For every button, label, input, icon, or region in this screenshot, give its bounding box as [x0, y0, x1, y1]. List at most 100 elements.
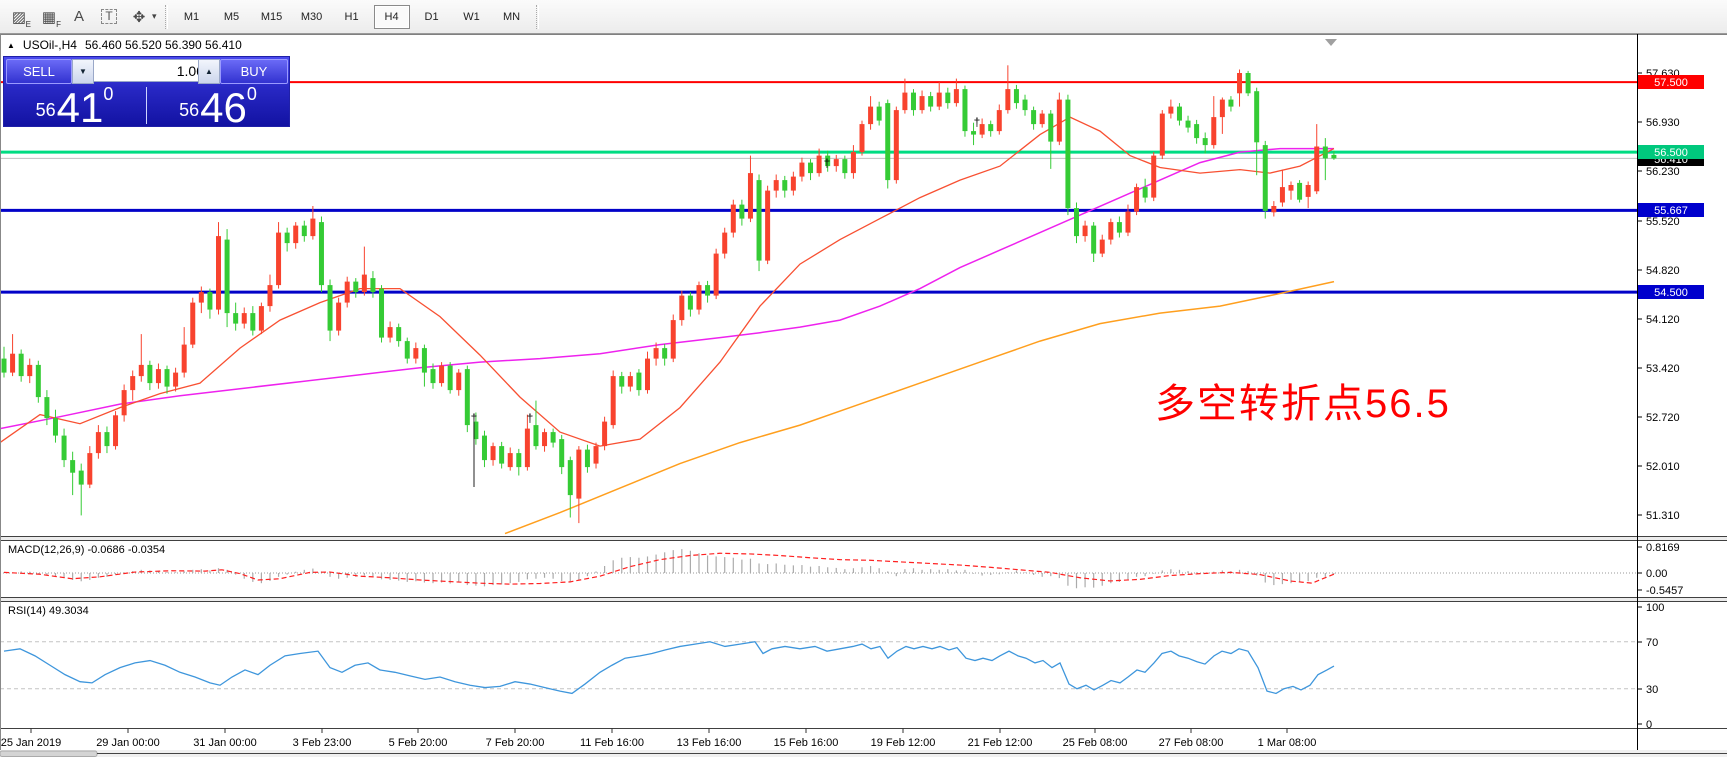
candle-body: [576, 450, 581, 499]
candle-body: [1211, 117, 1216, 145]
timeframe-button-W1[interactable]: W1: [454, 5, 490, 29]
candle-body: [980, 124, 985, 135]
sell-button[interactable]: SELL: [6, 59, 72, 84]
candle-body: [508, 453, 513, 467]
candle-body: [130, 376, 135, 390]
candle-body: [190, 303, 195, 345]
drawing-tools-group: ▨E▦FAT✥: [4, 5, 154, 29]
volume-input[interactable]: [93, 59, 211, 82]
candle-body: [611, 376, 616, 425]
buy-price-display[interactable]: 56 46 0: [148, 85, 288, 125]
candle-body: [739, 205, 744, 219]
candle-body: [499, 446, 504, 464]
timeframe-button-D1[interactable]: D1: [414, 5, 450, 29]
indicators-hatch-icon[interactable]: ▨E: [6, 5, 32, 29]
candle-body: [757, 180, 762, 261]
volume-decrement-button[interactable]: ▼: [72, 59, 94, 84]
sell-price-main: 41: [57, 91, 104, 125]
sell-price-pip: 0: [103, 84, 113, 105]
candle-body: [259, 306, 264, 331]
chevron-down-icon[interactable]: ▾: [152, 11, 157, 22]
candle-body: [53, 418, 58, 436]
candle-body: [336, 303, 341, 331]
candle-body: [894, 110, 899, 180]
price-badge-label: 54.500: [1654, 287, 1688, 299]
candle-body: [104, 432, 109, 446]
candle-body: [1100, 240, 1105, 254]
timeframe-group: M1M5M15M30H1H4D1W1MN: [174, 5, 530, 29]
candle-body: [988, 124, 993, 131]
time-axis-label: 11 Feb 16:00: [580, 737, 644, 749]
time-axis-label: 15 Feb 16:00: [774, 737, 839, 749]
timeframe-button-H1[interactable]: H1: [334, 5, 370, 29]
top-toolbar: ▨E▦FAT✥ ▾ M1M5M15M30H1H4D1W1MN: [0, 0, 1727, 34]
candle-body: [370, 278, 375, 292]
candle-body: [1177, 107, 1182, 121]
candle-body: [1289, 185, 1294, 191]
candle-body: [696, 285, 701, 310]
grid-icon[interactable]: ▦F: [36, 5, 62, 29]
candle-body: [731, 205, 736, 233]
timeframe-button-M15[interactable]: M15: [254, 5, 290, 29]
timeframe-button-M30[interactable]: M30: [294, 5, 330, 29]
candle-body: [233, 313, 238, 324]
candle-body: [954, 89, 959, 103]
candle-body: [645, 359, 650, 391]
volume-increment-button[interactable]: ▲: [198, 59, 220, 84]
candle-body: [585, 450, 590, 468]
candle-body: [911, 93, 916, 111]
candle-body: [791, 177, 796, 191]
rsi-indicator-label: RSI(14) 49.3034: [8, 605, 89, 617]
sell-price-display[interactable]: 56 41 0: [4, 85, 145, 125]
buy-button[interactable]: BUY: [220, 59, 288, 84]
candle-body: [602, 422, 607, 447]
candle-body: [842, 159, 847, 173]
price-tick-label: 51.310: [1646, 510, 1680, 522]
candle-body: [79, 471, 84, 485]
candle-body: [902, 93, 907, 111]
candle-body: [1083, 226, 1088, 237]
candle-body: [1186, 121, 1191, 128]
rsi-axis-label: 0: [1646, 719, 1652, 731]
candle-body: [817, 156, 822, 174]
one-click-trading-panel: SELL ▼ ▲ BUY 56 41 0 56 46 0: [3, 56, 290, 127]
text-box-icon[interactable]: T: [96, 5, 122, 29]
candle-body: [242, 313, 247, 324]
timeframe-button-M5[interactable]: M5: [214, 5, 250, 29]
candle-body: [1220, 100, 1225, 118]
candle-body: [1108, 222, 1113, 240]
chart-title-bar: ▲ USOil-,H4 56.460 56.520 56.390 56.410: [7, 38, 242, 52]
candle-body: [2, 359, 7, 373]
price-badge-label: 55.667: [1654, 205, 1688, 217]
candle-body: [156, 369, 161, 383]
candle-body: [722, 233, 727, 254]
buy-price-pip: 0: [247, 84, 257, 105]
candle-body: [997, 110, 1002, 131]
candle-body: [533, 425, 538, 446]
time-axis-label: 27 Feb 08:00: [1159, 737, 1224, 749]
price-tick-label: 54.820: [1646, 265, 1680, 277]
candle-body: [671, 320, 676, 359]
candle-body: [182, 345, 187, 373]
timeframe-button-MN[interactable]: MN: [494, 5, 530, 29]
price-badge-label: 57.500: [1654, 77, 1688, 89]
candle-body: [885, 103, 890, 180]
candle-body: [1228, 100, 1233, 107]
candle-body: [1314, 147, 1319, 192]
candle-body: [654, 348, 659, 359]
price-divider: [146, 87, 147, 124]
candle-body: [619, 376, 624, 387]
candle-body: [1005, 89, 1010, 110]
collapse-panel-icon[interactable]: ▲: [7, 41, 15, 50]
candle-body: [422, 348, 427, 373]
toolbar-separator-2: [536, 5, 539, 29]
timeframe-button-H4[interactable]: H4: [374, 5, 410, 29]
candle-body: [310, 219, 315, 237]
text-label-icon[interactable]: A: [66, 5, 92, 29]
candle-body: [1040, 114, 1045, 125]
time-axis-label: 7 Feb 20:00: [486, 737, 545, 749]
cursor-mode-icon[interactable]: ✥: [126, 5, 152, 29]
horizontal-scrollbar-thumb[interactable]: [0, 751, 97, 757]
price-tick-label: 54.120: [1646, 314, 1680, 326]
timeframe-button-M1[interactable]: M1: [174, 5, 210, 29]
